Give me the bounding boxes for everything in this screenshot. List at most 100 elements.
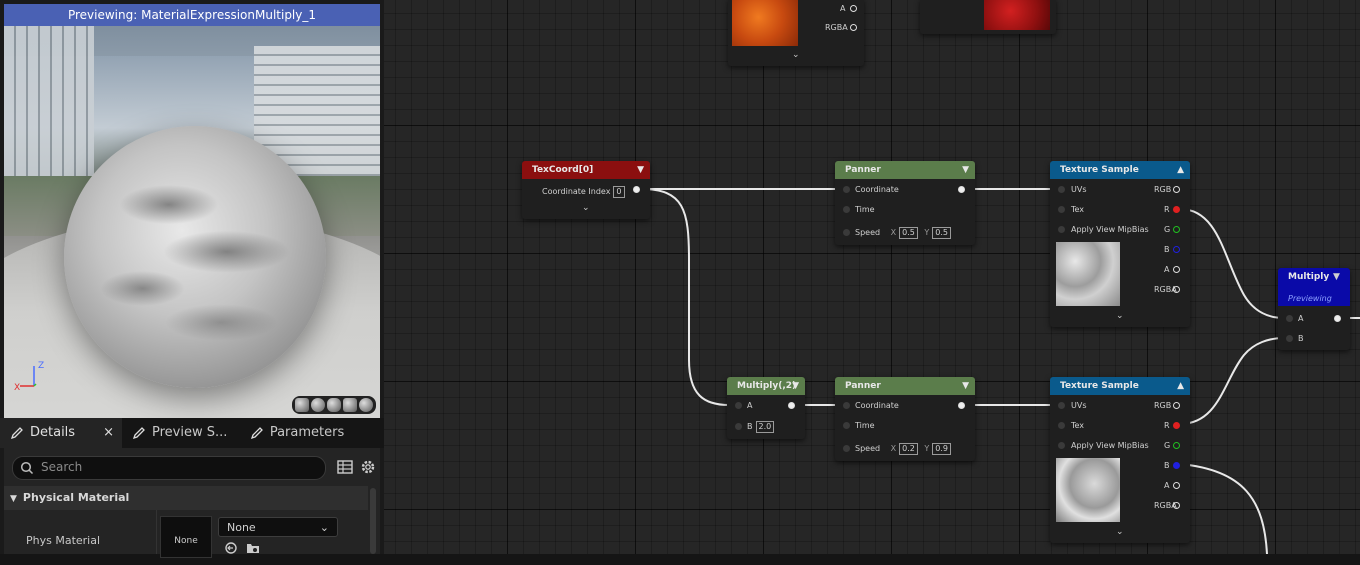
cylinder-shape-icon[interactable]: [295, 398, 309, 412]
input-pin-uvs[interactable]: [1058, 402, 1065, 409]
texture-sample-node-1[interactable]: Texture Sample ▲ UVs RGB Tex R Apply View…: [1050, 161, 1190, 327]
coordinate-label: Coordinate: [855, 185, 899, 194]
panner-node-2[interactable]: Panner ▼ Coordinate Time Speed X 0.2 Y 0.9: [835, 377, 975, 461]
out-r-label: R: [1164, 421, 1170, 430]
output-pin[interactable]: [958, 402, 965, 409]
axis-gizmo-icon: Z X: [14, 361, 44, 393]
texture-thumbnail-red: [984, 0, 1050, 30]
browse-folder-icon[interactable]: [246, 542, 260, 554]
preview-shape-toolbar: [292, 396, 376, 414]
details-scrollbar[interactable]: [370, 488, 376, 554]
texture-sample-node-2[interactable]: Texture Sample ▲ UVs RGB Tex R Apply View…: [1050, 377, 1190, 543]
texcoord-node[interactable]: TexCoord[0] ▼ Coordinate Index 0 ⌄: [522, 161, 650, 219]
chevron-up-icon: ▲: [1177, 165, 1184, 175]
wire-texture2-to-multiply-b: [1179, 337, 1285, 425]
output-pin[interactable]: [788, 402, 795, 409]
use-selected-icon[interactable]: [224, 542, 238, 554]
search-input[interactable]: Search: [12, 456, 326, 480]
phys-material-dropdown[interactable]: None ⌄: [218, 517, 338, 537]
speed-x-value[interactable]: 0.5: [899, 227, 918, 239]
output-pin-b[interactable]: [1173, 246, 1180, 253]
teapot-shape-icon[interactable]: [359, 398, 373, 412]
output-pin-rgb[interactable]: [1173, 402, 1180, 409]
input-pin-mipbias[interactable]: [1058, 442, 1065, 449]
category-physical-material[interactable]: ▼ Physical Material: [4, 486, 368, 510]
sphere-shape-icon[interactable]: [311, 398, 325, 412]
table-view-icon[interactable]: [336, 458, 354, 476]
input-pin-b[interactable]: [1286, 335, 1293, 342]
output-pin-a[interactable]: [1173, 266, 1180, 273]
output-pin[interactable]: [1334, 315, 1341, 322]
gear-icon[interactable]: [359, 458, 377, 476]
multiply-node-2[interactable]: Multiply(,2) ▼ A B 2.0: [727, 377, 805, 439]
texture-node-top-right[interactable]: [920, 0, 1056, 34]
output-pin-b[interactable]: [1173, 462, 1180, 469]
speed-y-value[interactable]: 0.5: [932, 227, 952, 239]
input-pin-time[interactable]: [843, 206, 850, 213]
output-pin[interactable]: [958, 186, 965, 193]
output-pin-a[interactable]: [850, 5, 857, 12]
material-graph[interactable]: A RGBA ⌄ TexCoord[0] ▼ Coordinate Index 0 …: [384, 0, 1360, 554]
b-value[interactable]: 2.0: [755, 421, 775, 433]
tab-details[interactable]: Details ×: [0, 418, 122, 448]
input-pin-coordinate[interactable]: [843, 186, 850, 193]
cube-shape-icon[interactable]: [343, 398, 357, 412]
output-pin-g[interactable]: [1173, 226, 1180, 233]
speed-row: Speed X 0.5 Y 0.5: [855, 227, 952, 239]
texture-sample-title: Texture Sample: [1060, 165, 1139, 175]
pin-b-row: B 2.0: [747, 421, 775, 433]
speed-x-value[interactable]: 0.2: [899, 443, 918, 455]
axis-x-label: X: [14, 383, 20, 393]
viewport-title: Previewing: MaterialExpressionMultiply_1: [4, 4, 380, 26]
chevron-down-icon[interactable]: ⌄: [582, 203, 590, 213]
asset-thumbnail[interactable]: None: [160, 516, 212, 558]
close-tab-icon[interactable]: ×: [81, 418, 114, 448]
tab-parameters[interactable]: Parameters: [239, 418, 384, 448]
chevron-down-icon: ▼: [962, 381, 969, 391]
input-pin-speed[interactable]: [843, 445, 850, 452]
plane-shape-icon[interactable]: [327, 398, 341, 412]
input-pin-mipbias[interactable]: [1058, 226, 1065, 233]
input-pin-tex[interactable]: [1058, 206, 1065, 213]
multiply2-title: Multiply(,2): [737, 381, 797, 391]
chevron-down-icon[interactable]: ⌄: [1116, 311, 1124, 321]
texture-thumbnail-clouds: [1056, 458, 1120, 522]
coordinate-index-value[interactable]: 0: [613, 186, 625, 198]
speed-y-value[interactable]: 0.9: [932, 443, 952, 455]
dropdown-value: None: [227, 521, 256, 534]
output-pin-rgba[interactable]: [1173, 286, 1180, 293]
output-pin-r[interactable]: [1173, 206, 1180, 213]
texture-node-top-left[interactable]: A RGBA ⌄: [728, 0, 864, 66]
output-pin-r[interactable]: [1173, 422, 1180, 429]
out-a-label: A: [1164, 481, 1170, 490]
left-panel: Previewing: MaterialExpressionMultiply_1…: [0, 0, 384, 558]
input-pin-coordinate[interactable]: [843, 402, 850, 409]
multiply-node-main[interactable]: Multiply ▼ Previewing A B: [1278, 268, 1350, 350]
tab-preview-scene[interactable]: Preview S...: [121, 418, 240, 448]
chevron-down-icon[interactable]: ⌄: [1116, 527, 1124, 537]
pin-a-label: A: [840, 4, 846, 13]
texture-sample-header: Texture Sample ▲: [1050, 161, 1190, 179]
chevron-down-icon[interactable]: ⌄: [792, 50, 800, 60]
output-pin-rgba[interactable]: [850, 24, 857, 31]
panner-title: Panner: [845, 165, 881, 175]
preview-viewport[interactable]: Z X: [4, 26, 380, 418]
output-pin-a[interactable]: [1173, 482, 1180, 489]
output-pin-rgba[interactable]: [1173, 502, 1180, 509]
input-pin-speed[interactable]: [843, 229, 850, 236]
output-pin-g[interactable]: [1173, 442, 1180, 449]
output-pin[interactable]: [633, 186, 640, 193]
input-pin-a[interactable]: [735, 402, 742, 409]
input-pin-uvs[interactable]: [1058, 186, 1065, 193]
out-rgb-label: RGB: [1154, 401, 1172, 410]
input-pin-a[interactable]: [1286, 315, 1293, 322]
connection-wires: [640, 188, 1360, 554]
input-pin-tex[interactable]: [1058, 422, 1065, 429]
asset-actions: [224, 542, 260, 554]
wire-texture1-to-multiply-a: [1179, 208, 1285, 319]
input-pin-b[interactable]: [735, 423, 742, 430]
panner-node-1[interactable]: Panner ▼ Coordinate Time Speed X 0.5 Y 0.5: [835, 161, 975, 245]
pin-a-label: A: [747, 401, 753, 410]
output-pin-rgb[interactable]: [1173, 186, 1180, 193]
input-pin-time[interactable]: [843, 422, 850, 429]
